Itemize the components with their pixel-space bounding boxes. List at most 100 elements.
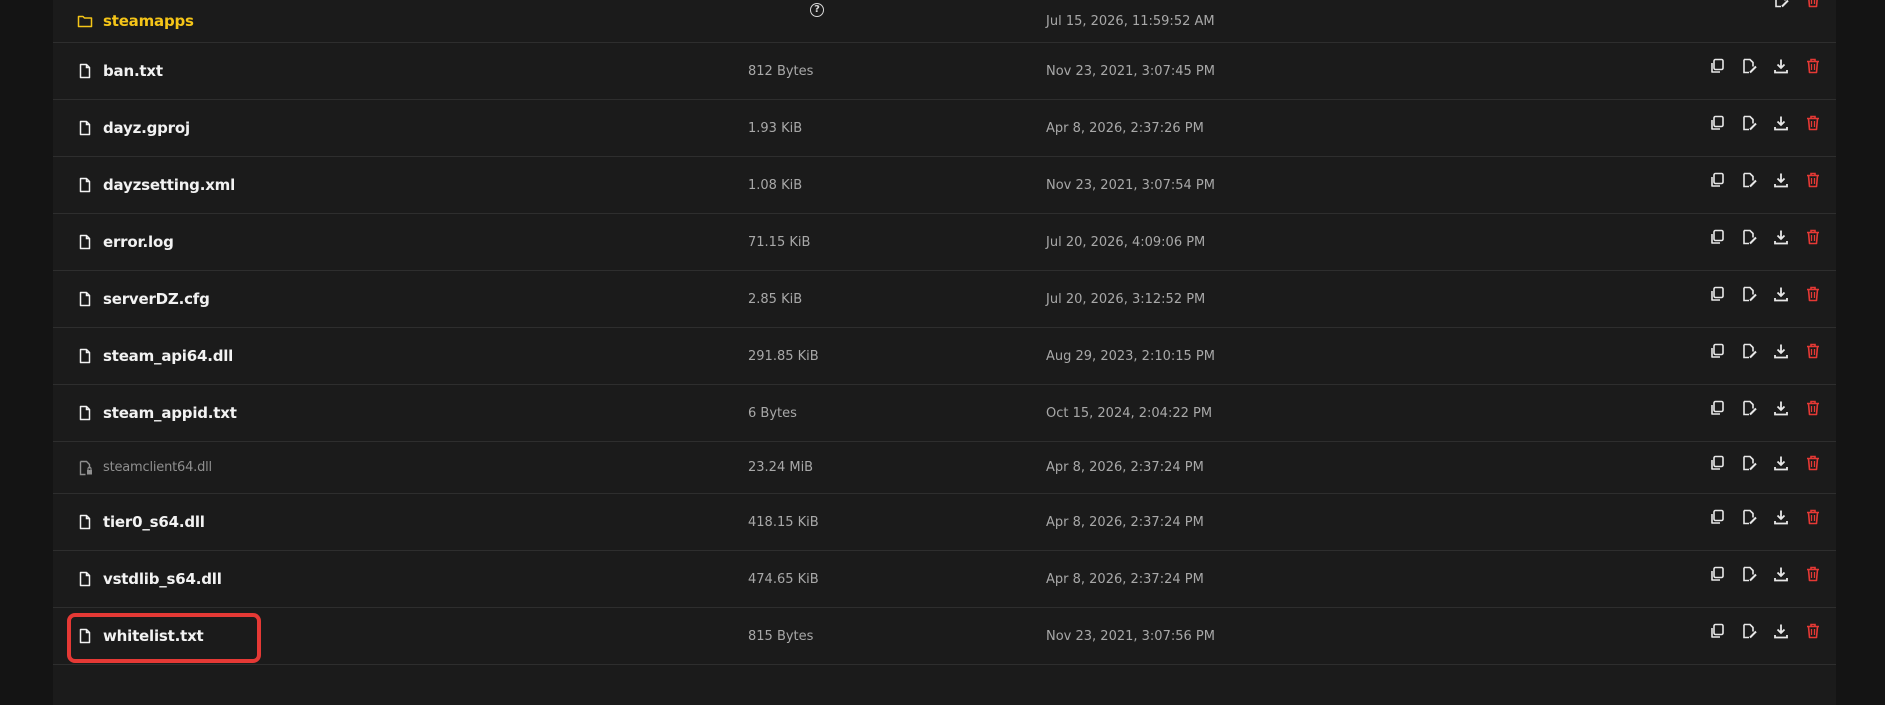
trash-action-icon[interactable]: [1804, 565, 1822, 583]
file-name: whitelist.txt: [103, 627, 204, 645]
edit-action-icon[interactable]: [1740, 171, 1758, 189]
file-name-link[interactable]: steamclient64.dll: [77, 442, 212, 493]
copy-action-icon[interactable]: [1708, 342, 1726, 360]
download-action-icon[interactable]: [1772, 228, 1790, 246]
download-action-icon[interactable]: [1772, 114, 1790, 132]
file-row[interactable]: error.log 71.15 KiB Jul 20, 2026, 4:09:0…: [53, 214, 1836, 271]
file-row[interactable]: vstdlib_s64.dll 474.65 KiB Apr 8, 2026, …: [53, 551, 1836, 608]
file-icon: [77, 628, 93, 644]
file-name: steamapps: [103, 12, 194, 30]
file-size: 23.24 MiB: [748, 460, 814, 475]
file-row[interactable]: steamapps Jul 15, 2026, 11:59:52 AM: [53, 0, 1836, 43]
trash-action-icon[interactable]: [1804, 228, 1822, 246]
file-icon: [77, 291, 93, 307]
copy-action-icon[interactable]: [1708, 622, 1726, 640]
file-modified-date: Apr 8, 2026, 2:37:24 PM: [1046, 514, 1204, 530]
file-row[interactable]: ban.txt 812 Bytes Nov 23, 2021, 3:07:45 …: [53, 43, 1836, 100]
file-name: dayz.gproj: [103, 119, 190, 137]
download-action-icon[interactable]: [1772, 285, 1790, 303]
edit-action-icon[interactable]: [1740, 228, 1758, 246]
file-row[interactable]: steam_api64.dll 291.85 KiB Aug 29, 2023,…: [53, 328, 1836, 385]
download-action-icon[interactable]: [1772, 454, 1790, 472]
trash-action-icon[interactable]: [1804, 454, 1822, 472]
file-icon: [77, 571, 93, 587]
copy-action-icon[interactable]: [1708, 114, 1726, 132]
file-size: 291.85 KiB: [748, 348, 819, 364]
file-name: serverDZ.cfg: [103, 290, 210, 308]
file-size: 815 Bytes: [748, 628, 814, 644]
copy-action-icon[interactable]: [1708, 57, 1726, 75]
file-modified-date: Aug 29, 2023, 2:10:15 PM: [1046, 348, 1215, 364]
trash-action-icon[interactable]: [1804, 342, 1822, 360]
download-action-icon[interactable]: [1772, 565, 1790, 583]
copy-action-icon[interactable]: [1708, 454, 1726, 472]
download-action-icon[interactable]: [1772, 399, 1790, 417]
edit-action-icon[interactable]: [1740, 508, 1758, 526]
file-size: 1.93 KiB: [748, 120, 803, 136]
file-name-link[interactable]: tier0_s64.dll: [77, 494, 205, 550]
file-modified-date: Nov 23, 2021, 3:07:45 PM: [1046, 63, 1215, 79]
copy-action-icon[interactable]: [1708, 399, 1726, 417]
file-icon: [77, 63, 93, 79]
edit-action-icon[interactable]: [1740, 399, 1758, 417]
file-icon: [77, 120, 93, 136]
download-action-icon[interactable]: [1772, 342, 1790, 360]
copy-action-icon[interactable]: [1708, 508, 1726, 526]
file-name-link[interactable]: serverDZ.cfg: [77, 271, 210, 327]
file-row[interactable]: steam_appid.txt 6 Bytes Oct 15, 2024, 2:…: [53, 385, 1836, 442]
file-name-link[interactable]: steam_api64.dll: [77, 328, 233, 384]
copy-action-icon[interactable]: [1708, 565, 1726, 583]
file-name-link[interactable]: error.log: [77, 214, 174, 270]
row-actions: [1708, 214, 1822, 270]
edit-action-icon[interactable]: [1740, 114, 1758, 132]
download-action-icon[interactable]: [1772, 508, 1790, 526]
trash-action-icon[interactable]: [1804, 399, 1822, 417]
trash-action-icon[interactable]: [1804, 171, 1822, 189]
edit-action-icon[interactable]: [1740, 565, 1758, 583]
trash-action-icon[interactable]: [1804, 285, 1822, 303]
edit-action-icon[interactable]: [1772, 0, 1790, 9]
file-name-link[interactable]: ban.txt: [77, 43, 163, 99]
file-row[interactable]: dayz.gproj 1.93 KiB Apr 8, 2026, 2:37:26…: [53, 100, 1836, 157]
file-row[interactable]: tier0_s64.dll 418.15 KiB Apr 8, 2026, 2:…: [53, 494, 1836, 551]
file-row[interactable]: whitelist.txt 815 Bytes Nov 23, 2021, 3:…: [53, 608, 1836, 665]
file-name-link[interactable]: vstdlib_s64.dll: [77, 551, 222, 607]
download-action-icon[interactable]: [1772, 171, 1790, 189]
edit-action-icon[interactable]: [1740, 622, 1758, 640]
trash-action-icon[interactable]: [1804, 57, 1822, 75]
file-modified-date: Jul 20, 2026, 3:12:52 PM: [1046, 291, 1206, 307]
copy-action-icon[interactable]: [1708, 171, 1726, 189]
row-actions: [1708, 494, 1822, 550]
download-action-icon[interactable]: [1772, 57, 1790, 75]
row-actions: [1708, 100, 1822, 156]
file-modified-date: Jul 15, 2026, 11:59:52 AM: [1046, 13, 1215, 29]
copy-action-icon[interactable]: [1708, 228, 1726, 246]
row-actions: [1708, 385, 1822, 441]
edit-action-icon[interactable]: [1740, 342, 1758, 360]
row-actions: [1708, 271, 1822, 327]
file-manager-panel: ? steamapps Jul 15, 2026, 11:59:52 AM ba…: [53, 0, 1836, 705]
file-row[interactable]: serverDZ.cfg 2.85 KiB Jul 20, 2026, 3:12…: [53, 271, 1836, 328]
trash-action-icon[interactable]: [1804, 114, 1822, 132]
file-row[interactable]: dayzsetting.xml 1.08 KiB Nov 23, 2021, 3…: [53, 157, 1836, 214]
edit-action-icon[interactable]: [1740, 57, 1758, 75]
file-size: 6 Bytes: [748, 405, 797, 421]
file-name: steam_appid.txt: [103, 404, 237, 422]
trash-action-icon[interactable]: [1804, 622, 1822, 640]
trash-action-icon[interactable]: [1804, 0, 1822, 9]
file-name-link[interactable]: steam_appid.txt: [77, 385, 237, 441]
folder-icon: [77, 13, 93, 29]
copy-action-icon[interactable]: [1708, 285, 1726, 303]
trash-action-icon[interactable]: [1804, 508, 1822, 526]
file-row[interactable]: steamclient64.dll 23.24 MiB Apr 8, 2026,…: [53, 442, 1836, 494]
file-name-link[interactable]: dayzsetting.xml: [77, 157, 235, 213]
edit-action-icon[interactable]: [1740, 454, 1758, 472]
file-icon: [77, 177, 93, 193]
file-name-link[interactable]: dayz.gproj: [77, 100, 190, 156]
file-name-link[interactable]: steamapps: [77, 0, 194, 42]
edit-action-icon[interactable]: [1740, 285, 1758, 303]
file-name-link[interactable]: whitelist.txt: [77, 608, 204, 664]
download-action-icon[interactable]: [1772, 622, 1790, 640]
file-icon: [77, 234, 93, 250]
file-name: steamclient64.dll: [103, 460, 212, 475]
